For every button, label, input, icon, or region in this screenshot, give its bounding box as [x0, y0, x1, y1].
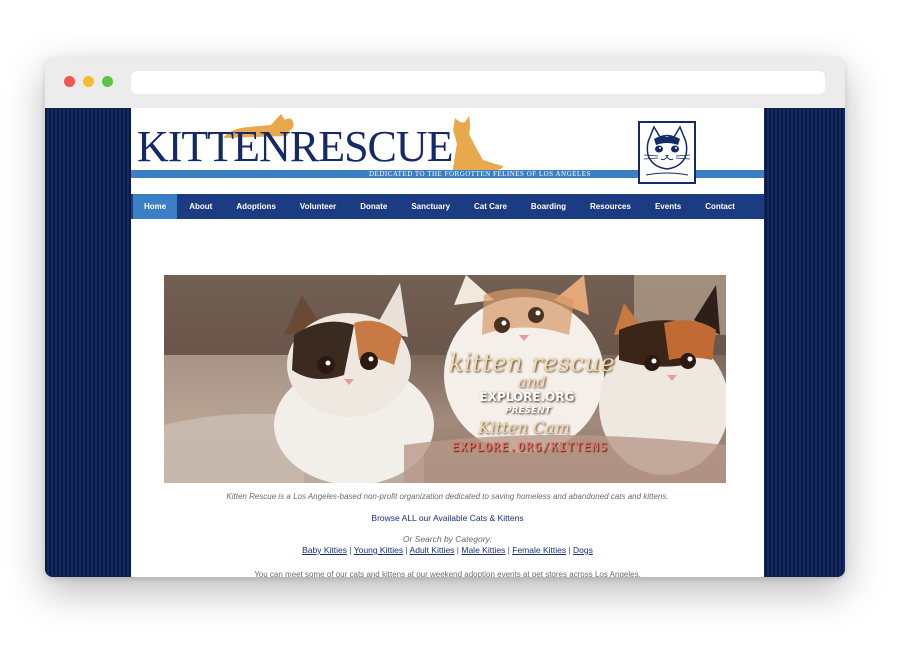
address-bar[interactable]: [131, 71, 825, 94]
browse-all-link[interactable]: Browse ALL our Available Cats & Kittens: [371, 513, 523, 523]
banner-present: PRESENT: [505, 406, 551, 416]
nav-item-adoptions[interactable]: Adoptions: [224, 194, 288, 219]
nav-item-sanctuary[interactable]: Sanctuary: [399, 194, 462, 219]
nav-item-events[interactable]: Events: [643, 194, 693, 219]
nav-item-contact[interactable]: Contact: [693, 194, 747, 219]
category-links: Baby Kitties | Young Kitties | Adult Kit…: [131, 544, 764, 556]
browse-all-section: Browse ALL our Available Cats & Kittens: [131, 512, 764, 524]
page-content: KITTENRESCUE DEDICATED TO THE FORGOTTEN …: [131, 108, 764, 577]
mission-statement: Kitten Rescue is a Los Angeles-based non…: [226, 492, 669, 501]
category-link-female-kitties[interactable]: Female Kitties: [512, 545, 566, 555]
main-nav: Home About Adoptions Volunteer Donate Sa…: [131, 194, 764, 219]
close-window-button[interactable]: [64, 76, 75, 87]
maximize-window-button[interactable]: [102, 76, 113, 87]
banner-kitten-cam: Kitten Cam: [478, 418, 570, 437]
site-logo[interactable]: KITTENRESCUE: [137, 122, 454, 172]
nav-item-cat-care[interactable]: Cat Care: [462, 194, 519, 219]
category-separator: |: [566, 545, 574, 555]
category-link-dogs[interactable]: Dogs: [573, 545, 593, 555]
nav-item-resources[interactable]: Resources: [578, 194, 643, 219]
site-tagline: DEDICATED TO THE FORGOTTEN FELINES OF LO…: [369, 170, 591, 178]
page-viewport: KITTENRESCUE DEDICATED TO THE FORGOTTEN …: [45, 108, 845, 577]
category-link-male-kitties[interactable]: Male Kitties: [461, 545, 505, 555]
banner-url: EXPLORE.ORG/KITTENS: [451, 440, 609, 454]
banner-partner: EXPLORE.ORG: [479, 390, 575, 404]
nav-item-about[interactable]: About: [177, 194, 224, 219]
banner-and: and: [517, 373, 547, 391]
browser-chrome: [45, 57, 845, 108]
site-header: KITTENRESCUE DEDICATED TO THE FORGOTTEN …: [131, 108, 764, 194]
minimize-window-button[interactable]: [83, 76, 94, 87]
banner-title: kitten rescue: [448, 349, 616, 377]
kitten-emblem: [638, 121, 696, 184]
nav-item-boarding[interactable]: Boarding: [519, 194, 578, 219]
banner-overlay-text: kitten rescue and EXPLORE.ORG PRESENT Ki…: [432, 351, 632, 456]
adoption-events-text: You can meet some of our cats and kitten…: [254, 570, 641, 577]
kitten-face-icon: [643, 125, 691, 176]
category-link-baby-kitties[interactable]: Baby Kitties: [302, 545, 347, 555]
browser-window: KITTENRESCUE DEDICATED TO THE FORGOTTEN …: [45, 57, 845, 577]
nav-item-donate[interactable]: Donate: [348, 194, 399, 219]
category-link-young-kitties[interactable]: Young Kitties: [354, 545, 403, 555]
category-separator: |: [346, 545, 354, 555]
logo-text-rescue: RESCUE: [289, 122, 454, 171]
nav-item-home[interactable]: Home: [133, 194, 178, 219]
logo-text-kitten: KITTEN: [137, 122, 291, 171]
category-link-adult-kitties[interactable]: Adult Kitties: [410, 545, 455, 555]
kitten-cam-banner[interactable]: kitten rescue and EXPLORE.ORG PRESENT Ki…: [164, 275, 726, 483]
nav-item-volunteer[interactable]: Volunteer: [288, 194, 348, 219]
